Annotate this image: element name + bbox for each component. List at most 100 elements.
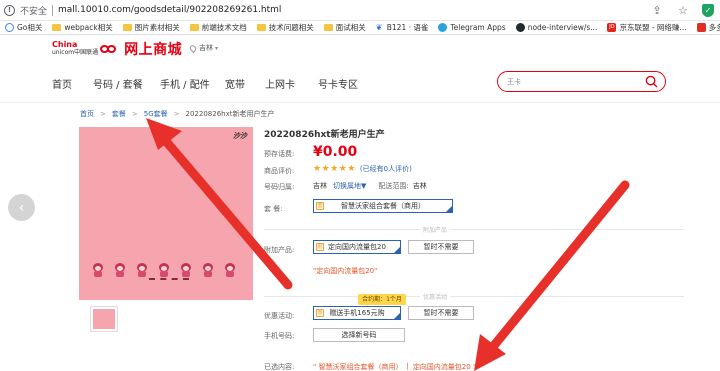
bookmark-label: 面试相关	[335, 23, 366, 32]
tag-icon: 附	[316, 243, 324, 251]
folder-icon	[256, 24, 266, 31]
breadcrumb-plans[interactable]: 套餐	[112, 109, 126, 119]
insecure-label: 不安全	[20, 6, 48, 17]
divider	[52, 4, 54, 16]
package-option-label: 智慧沃家组合套餐（商用）	[341, 202, 425, 210]
star-icon: ★	[313, 164, 322, 174]
character-illustration	[135, 263, 149, 277]
search-input[interactable]: 王卡	[507, 77, 521, 87]
tag-icon: 惠	[316, 309, 324, 317]
selected-corner-icon	[393, 246, 401, 254]
location-selector[interactable]: 吉林 ▾	[188, 43, 219, 53]
character-illustration	[179, 263, 193, 277]
breadcrumb-5g[interactable]: 5G套餐	[144, 109, 168, 119]
search-box[interactable]: 王卡	[497, 71, 666, 92]
telegram-icon	[438, 23, 448, 32]
folder-icon	[189, 24, 199, 31]
addon-note: "定向国内流量包20"	[313, 267, 378, 275]
bookmark-folder[interactable]: 技术问题相关	[256, 22, 314, 33]
nav-item-broadband[interactable]: 宽带	[225, 76, 245, 91]
addon-label: 附加产品:	[264, 246, 295, 254]
character-illustration	[157, 263, 171, 277]
share-icon[interactable]: ⇪	[650, 4, 664, 18]
number-location-value: 吉林	[313, 182, 327, 190]
bookmark-folder[interactable]: 前端技术文档	[189, 22, 247, 33]
bookmark-folder[interactable]: 图片素材相关	[122, 22, 180, 33]
unicom-knot-icon	[100, 44, 118, 54]
folder-icon	[122, 24, 132, 31]
addon-option-label: 定向国内流量包20	[328, 243, 386, 251]
location-label: 吉林	[199, 44, 213, 52]
addon-option-data20[interactable]: 附 定向国内流量包20	[313, 240, 401, 254]
bookmark-folder[interactable]: webpack相关	[52, 22, 113, 33]
star-icon[interactable]: ☆	[676, 4, 690, 18]
price-label: 预存话费:	[264, 150, 295, 158]
rating-label: 商品评价:	[264, 167, 295, 175]
character-illustration	[113, 263, 127, 277]
bookmark-label: 技术问题相关	[268, 23, 314, 32]
select-number-label: 选择新号码	[341, 331, 377, 339]
bookmark-label: 京东联盟 - 网络赚...	[619, 23, 687, 32]
jd-icon: JD	[607, 23, 617, 32]
chevron-left-icon: ‹	[18, 199, 25, 216]
nav-item-home[interactable]: 首页	[52, 76, 72, 91]
chevron-down-icon: ▾	[215, 44, 219, 52]
pdd-icon	[696, 23, 706, 32]
unicom-logo[interactable]: China unicom中国联通 网上商城	[52, 39, 182, 59]
nav-item-number-zone[interactable]: 号卡专区	[318, 76, 358, 91]
selected-content-label: 已选内容:	[264, 363, 295, 371]
selected-corner-icon	[445, 205, 453, 213]
bookmark-label: 前端技术文档	[201, 23, 247, 32]
number-location-label: 号码归属:	[264, 183, 295, 191]
bookmark-label: Telegram Apps	[450, 23, 506, 32]
nav-item-number-plan[interactable]: 号码 / 套餐	[93, 76, 143, 91]
url-text[interactable]: mall.10010.com/goodsdetail/902208269261.…	[58, 5, 281, 15]
character-illustration	[91, 263, 105, 277]
brand-cn: 中国联通	[74, 49, 99, 56]
breadcrumb-separator: >	[131, 110, 138, 118]
tag-icon: 套	[316, 202, 324, 210]
bookmark-item[interactable]: JD 京东联盟 - 网络赚...	[607, 22, 687, 33]
decorative-dash	[149, 278, 189, 280]
section-divider	[264, 296, 684, 297]
bookmark-label: 多多进宝	[708, 23, 720, 32]
bookmark-label: webpack相关	[64, 23, 113, 32]
breadcrumb-separator: >	[173, 110, 180, 118]
breadcrumb: 首页 > 套餐 > 5G套餐 > 20220826hxt新老用户生产	[80, 109, 274, 119]
promo-label: 优惠活动:	[264, 312, 295, 320]
yuque-icon: ❦	[375, 23, 383, 32]
product-thumbnail[interactable]	[90, 306, 118, 332]
nav-item-phone[interactable]: 手机 / 配件	[160, 76, 210, 91]
addon-option-none[interactable]: 暂时不需要	[408, 240, 474, 254]
google-icon	[5, 23, 14, 32]
search-icon[interactable]	[645, 75, 658, 88]
select-number-button[interactable]: 选择新号码	[313, 328, 405, 342]
bookmark-item[interactable]: node-interview/s...	[515, 23, 597, 32]
breadcrumb-home[interactable]: 首页	[80, 109, 94, 119]
nav-item-data-card[interactable]: 上网卡	[265, 76, 295, 91]
bookmark-folder[interactable]: 面试相关	[323, 22, 366, 33]
carousel-prev-button[interactable]: ‹	[8, 194, 35, 221]
extension-shield-icon[interactable]: ✓	[702, 4, 714, 17]
promo-option-phone[interactable]: 惠 赠送手机165元购	[313, 306, 401, 320]
promo-option-none[interactable]: 暂时不需要	[408, 306, 474, 320]
site-header: China unicom中国联通 网上商城 吉林 ▾	[0, 35, 720, 61]
switch-location-link[interactable]: 切换属地▼	[333, 181, 366, 191]
number-location-row: 吉林 切换属地▼ 配送范围: 吉林	[313, 181, 427, 191]
section-divider	[264, 229, 684, 230]
selected-item: 定向国内流量包20 "	[412, 363, 477, 371]
delivery-area: 吉林	[412, 182, 427, 190]
package-option[interactable]: 套 智慧沃家组合套餐（商用）	[313, 199, 453, 213]
bookmark-label: Go相关	[17, 23, 43, 32]
phone-number-label: 手机号码:	[264, 332, 295, 340]
address-bar[interactable]: ! 不安全 mall.10010.com/goodsdetail/9022082…	[0, 0, 720, 21]
addon-section-title: 附加产品	[420, 225, 451, 234]
bookmark-item[interactable]: Telegram Apps	[438, 23, 506, 32]
product-image[interactable]: 沙沙	[79, 127, 253, 300]
bookmark-item[interactable]: Go相关	[5, 22, 42, 33]
selected-item: " 智慧沃家组合套餐（商用）	[313, 363, 403, 371]
bookmark-item[interactable]: 多多进宝	[696, 22, 720, 33]
rating-count[interactable]: (已经有0人评价)	[360, 164, 412, 174]
bookmark-item[interactable]: ❦ B121 · 语雀	[376, 22, 429, 33]
warning-icon[interactable]: !	[4, 4, 15, 16]
